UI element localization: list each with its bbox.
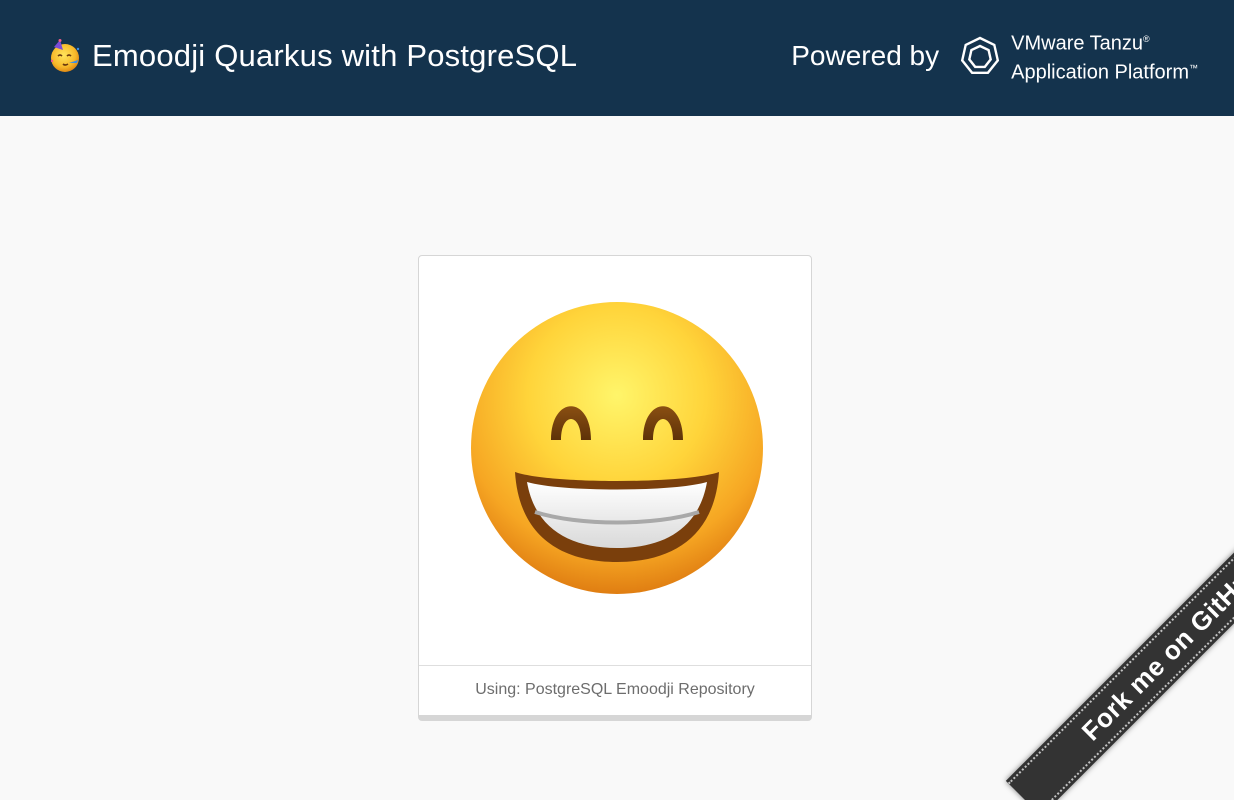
app-header: Emoodji Quarkus with PostgreSQL Powered … [0, 0, 1234, 116]
grinning-face-with-smiling-eyes-icon [471, 302, 763, 594]
powered-by-label: Powered by [791, 40, 940, 71]
repository-label: Using: PostgreSQL Emoodji Repository [475, 681, 755, 698]
platform-name: VMware Tanzu® Application Platform™ [1011, 27, 1198, 84]
fork-on-github-link[interactable]: Fork me on GitHub [1005, 500, 1234, 800]
powered-by-section: Powered by VMware Tanzu® Application Pla… [791, 27, 1198, 84]
tanzu-logo-icon [961, 36, 1000, 74]
partying-face-icon [50, 39, 80, 72]
emoji-card: Using: PostgreSQL Emoodji Repository [418, 255, 812, 721]
app-title: Emoodji Quarkus with PostgreSQL [92, 38, 578, 73]
platform-name-line1: VMware Tanzu® [1011, 33, 1150, 55]
platform-name-line2: Application Platform™ [1011, 61, 1198, 84]
github-ribbon-container: Fork me on GitHub [934, 500, 1234, 800]
emoji-display [419, 256, 811, 666]
header-brand: Emoodji Quarkus with PostgreSQL [48, 36, 577, 76]
